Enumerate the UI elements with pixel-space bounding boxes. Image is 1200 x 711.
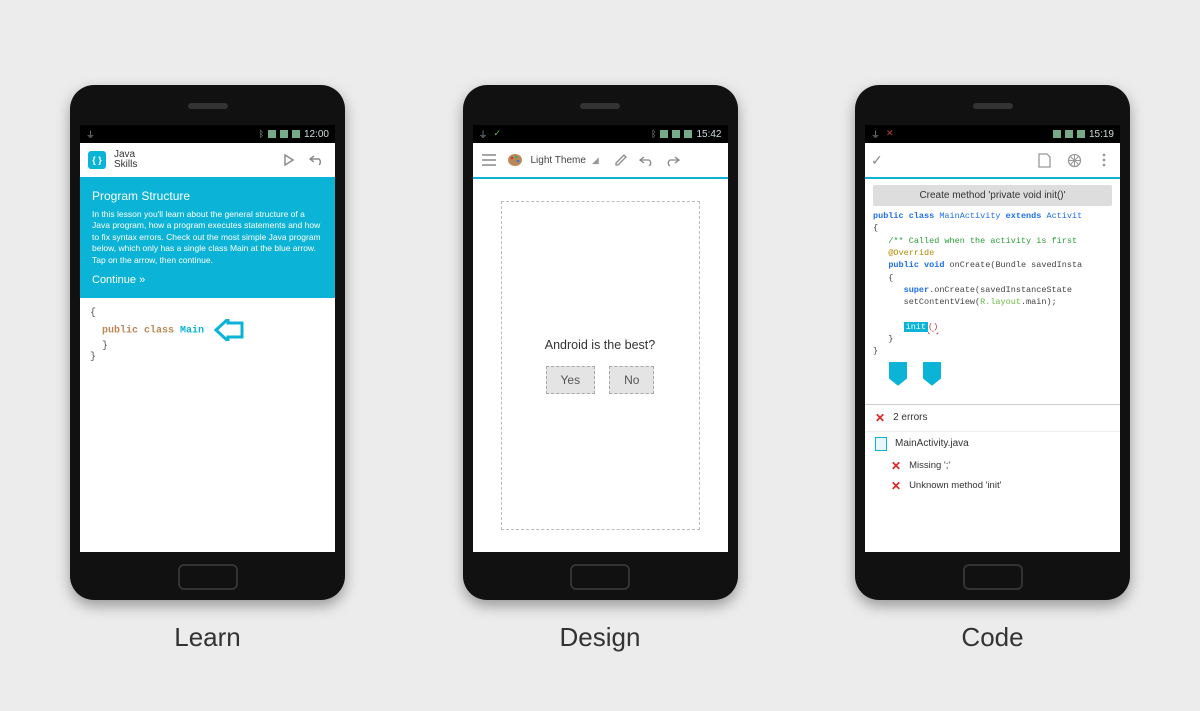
screen: ⏚ ✓ ᛒ 15:42 <box>473 125 728 552</box>
code-snippet: { public class Main } } <box>80 298 335 373</box>
redo-button[interactable] <box>663 150 683 170</box>
screen: ⏚ ᛒ 12:00 { } Java Skills <box>80 125 335 552</box>
selection-handle-right[interactable] <box>923 362 941 386</box>
app-title-line2: Skills <box>114 160 137 171</box>
status-bar: ⏚ ᛒ 12:00 <box>80 125 335 143</box>
theme-title[interactable]: Light Theme <box>531 155 586 166</box>
battery-icon <box>292 130 300 138</box>
brace-open: { <box>90 308 325 319</box>
caption-design: Design <box>560 622 641 653</box>
quickfix-tooltip[interactable]: Create method 'private void init()' <box>873 185 1112 206</box>
home-button[interactable] <box>963 564 1023 590</box>
code-classname: Main <box>180 326 204 337</box>
signal-icon <box>1053 130 1061 138</box>
undo-button[interactable] <box>307 150 327 170</box>
no-button[interactable]: No <box>609 366 654 394</box>
run-config-button[interactable] <box>1064 150 1084 170</box>
usb-icon: ⏚ <box>871 128 880 141</box>
caption-code: Code <box>961 622 1023 653</box>
errors-count: 2 errors <box>893 412 927 423</box>
speaker <box>973 103 1013 109</box>
device-frame: ⏚ ᛒ 12:00 { } Java Skills <box>70 85 345 600</box>
clock: 15:42 <box>696 129 721 140</box>
error-item[interactable]: ✕ Unknown method 'init' <box>865 476 1120 496</box>
brace-close: } <box>90 352 325 363</box>
home-button[interactable] <box>570 564 630 590</box>
app-logo-icon: { } <box>88 151 106 169</box>
design-canvas[interactable]: Android is the best? Yes No <box>501 201 700 530</box>
check-status-icon: ✓ <box>494 128 502 141</box>
bluetooth-icon: ᛒ <box>259 129 264 139</box>
error-icon: ✕ <box>891 459 901 473</box>
signal-icon <box>268 130 276 138</box>
pointer-arrow-icon[interactable] <box>214 319 244 341</box>
lesson-hero: Program Structure In this lesson you'll … <box>80 179 335 298</box>
menu-button[interactable] <box>479 150 499 170</box>
wifi-icon <box>280 130 288 138</box>
speaker <box>188 103 228 109</box>
continue-link[interactable]: Continue » <box>92 274 323 286</box>
button-row: Yes No <box>546 366 655 394</box>
errors-panel: ✕ 2 errors MainActivity.java ✕ Missing '… <box>865 404 1120 496</box>
signal-icon <box>660 130 668 138</box>
error-icon: ✕ <box>891 479 901 493</box>
caption-learn: Learn <box>174 622 241 653</box>
palette-icon[interactable] <box>505 150 525 170</box>
error-text: Unknown method 'init' <box>909 480 1001 491</box>
status-bar: ⏚ ✓ ᛒ 15:42 <box>473 125 728 143</box>
app-bar: { } Java Skills <box>80 143 335 179</box>
usb-icon: ⏚ <box>479 128 488 141</box>
clock: 12:00 <box>304 129 329 140</box>
errors-header[interactable]: ✕ 2 errors <box>865 405 1120 432</box>
java-file-icon <box>875 437 887 451</box>
app-bar: ✓ <box>865 143 1120 179</box>
app-title: Java Skills <box>114 150 137 171</box>
battery-icon <box>684 130 692 138</box>
play-button[interactable] <box>279 150 299 170</box>
file-button[interactable] <box>1034 150 1054 170</box>
edit-button[interactable] <box>611 150 631 170</box>
lesson-title: Program Structure <box>92 189 323 203</box>
error-item[interactable]: ✕ Missing ';' <box>865 456 1120 476</box>
selection-handle-left[interactable] <box>889 362 907 386</box>
app-bar: Light Theme ◢ <box>473 143 728 179</box>
signal-mini-icon: ◢ <box>592 155 599 166</box>
wifi-icon <box>1065 130 1073 138</box>
phone-learn: ⏚ ᛒ 12:00 { } Java Skills <box>70 85 345 653</box>
error-file-name: MainActivity.java <box>895 438 969 449</box>
brace-mid: } <box>90 341 325 352</box>
screen: ⏚ ✕ 15:19 ✓ <box>865 125 1120 552</box>
device-frame: ⏚ ✓ ᛒ 15:42 <box>463 85 738 600</box>
code-keyword: public class <box>102 326 174 337</box>
home-button[interactable] <box>178 564 238 590</box>
battery-icon <box>1077 130 1085 138</box>
prompt-label: Android is the best? <box>545 338 656 352</box>
overflow-button[interactable] <box>1094 150 1114 170</box>
speaker <box>580 103 620 109</box>
error-icon: ✕ <box>875 411 885 425</box>
error-file-row[interactable]: MainActivity.java <box>865 432 1120 456</box>
undo-button[interactable] <box>637 150 657 170</box>
code-editor[interactable]: public class MainActivity extends Activi… <box>865 210 1120 364</box>
error-text: Missing ';' <box>909 460 950 471</box>
wifi-icon <box>672 130 680 138</box>
usb-icon: ⏚ <box>86 128 95 141</box>
yes-button[interactable]: Yes <box>546 366 596 394</box>
alert-status-icon: ✕ <box>886 128 894 141</box>
phone-design: ⏚ ✓ ᛒ 15:42 <box>463 85 738 653</box>
phone-code: ⏚ ✕ 15:19 ✓ <box>855 85 1130 653</box>
design-canvas-area: Android is the best? Yes No <box>473 179 728 552</box>
selection-handles[interactable] <box>865 362 1120 386</box>
accept-button[interactable]: ✓ <box>871 152 883 169</box>
bluetooth-icon: ᛒ <box>651 129 656 139</box>
status-bar: ⏚ ✕ 15:19 <box>865 125 1120 143</box>
clock: 15:19 <box>1089 129 1114 140</box>
device-frame: ⏚ ✕ 15:19 ✓ <box>855 85 1130 600</box>
lesson-body: In this lesson you'll learn about the ge… <box>92 209 323 266</box>
